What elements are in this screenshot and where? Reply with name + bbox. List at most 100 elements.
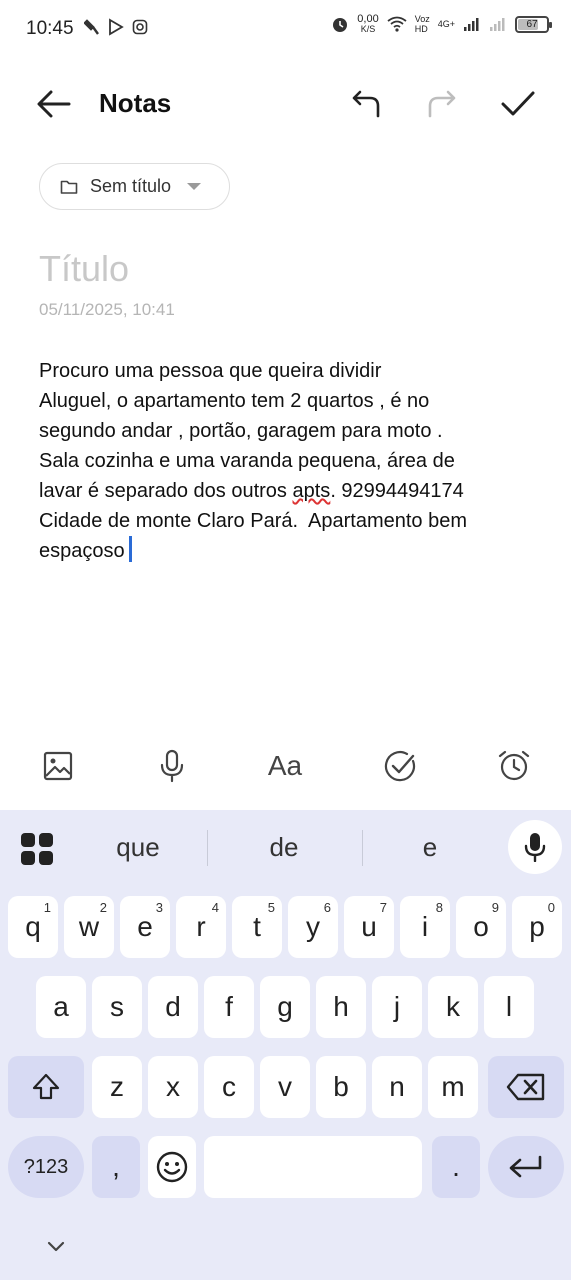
suggestion-1[interactable]: que <box>78 832 198 863</box>
keyboard-menu-button[interactable] <box>20 832 54 866</box>
volte-indicator: Voz HD <box>415 14 430 34</box>
emoji-icon <box>156 1151 188 1183</box>
suggestion-3[interactable]: e <box>370 832 490 863</box>
key-x[interactable]: x <box>148 1056 198 1118</box>
misspelled-word[interactable]: apts <box>293 480 331 502</box>
space-key[interactable] <box>204 1136 422 1198</box>
text-cursor <box>128 536 132 562</box>
key-a[interactable]: a <box>36 976 86 1038</box>
key-j[interactable]: j <box>372 976 422 1038</box>
image-icon <box>43 751 73 781</box>
undo-button[interactable] <box>346 84 386 124</box>
signal-weak-icon <box>490 18 505 31</box>
backspace-icon <box>506 1073 545 1101</box>
key-c[interactable]: c <box>204 1056 254 1118</box>
key-hint: 6 <box>323 900 331 915</box>
key-b[interactable]: b <box>316 1056 366 1118</box>
key-l[interactable]: l <box>484 976 534 1038</box>
key-label: o <box>473 911 489 942</box>
key-label: e <box>137 911 153 942</box>
checklist-icon <box>384 751 416 782</box>
shift-icon <box>32 1073 60 1100</box>
checklist-button[interactable] <box>380 746 420 786</box>
divider <box>362 830 363 866</box>
emoji-key[interactable] <box>148 1136 196 1198</box>
note-title-field[interactable]: Título <box>39 248 129 290</box>
keyboard-voice-button[interactable] <box>508 820 562 874</box>
key-hint: 4 <box>211 900 219 915</box>
key-hint: 3 <box>155 900 163 915</box>
microphone-icon <box>524 833 546 862</box>
hd-label: HD <box>414 24 428 34</box>
speed-value: 0,00 <box>357 13 379 25</box>
apps-grid-icon <box>39 833 53 847</box>
network-speed: 0,00 K/S <box>357 13 379 35</box>
note-body-field[interactable]: Procuro uma pessoa que queira dividir Al… <box>39 356 539 566</box>
app-bar: Notas <box>0 72 571 134</box>
key-p[interactable]: p0 <box>512 896 562 958</box>
key-q[interactable]: q1 <box>8 896 58 958</box>
voz-label: Voz <box>414 14 430 24</box>
key-f[interactable]: f <box>204 976 254 1038</box>
status-bar: 10:45 0,00 K/S Voz HD 4G+ 67 <box>0 0 571 58</box>
key-w[interactable]: w2 <box>64 896 114 958</box>
wifi-icon <box>387 16 407 32</box>
enter-icon <box>509 1155 542 1178</box>
comma-key[interactable]: , <box>92 1136 140 1198</box>
signal-icon <box>464 18 479 31</box>
key-label: u <box>361 911 377 942</box>
redo-button[interactable] <box>422 84 462 124</box>
key-y[interactable]: y6 <box>288 896 338 958</box>
shift-key[interactable] <box>8 1056 84 1118</box>
key-v[interactable]: v <box>260 1056 310 1118</box>
alarm-icon <box>498 750 530 781</box>
key-n[interactable]: n <box>372 1056 422 1118</box>
folder-icon <box>60 180 78 194</box>
key-s[interactable]: s <box>92 976 142 1038</box>
network-type: 4G+ <box>437 19 455 29</box>
key-d[interactable]: d <box>148 976 198 1038</box>
battery-level: 67 <box>526 18 538 30</box>
voice-input-button[interactable] <box>152 746 192 786</box>
back-button[interactable] <box>34 84 74 124</box>
editor-toolbar: Aa <box>0 738 571 794</box>
key-e[interactable]: e3 <box>120 896 170 958</box>
undo-icon <box>352 90 380 118</box>
play-store-icon <box>109 18 124 36</box>
key-u[interactable]: u7 <box>344 896 394 958</box>
key-hint: 9 <box>491 900 499 915</box>
key-r[interactable]: r4 <box>176 896 226 958</box>
folder-selector[interactable]: Sem título <box>39 163 230 210</box>
key-t[interactable]: t5 <box>232 896 282 958</box>
speed-unit: K/S <box>360 24 376 34</box>
redo-icon <box>428 90 456 118</box>
enter-key[interactable] <box>488 1136 564 1198</box>
key-label: t <box>253 911 261 942</box>
hide-keyboard-button[interactable] <box>44 1234 68 1258</box>
key-z[interactable]: z <box>92 1056 142 1118</box>
key-m[interactable]: m <box>428 1056 478 1118</box>
apps-grid-icon <box>39 851 53 865</box>
apps-grid-icon <box>21 851 35 865</box>
save-button[interactable] <box>498 84 538 124</box>
key-hint: 5 <box>267 900 275 915</box>
key-i[interactable]: i8 <box>400 896 450 958</box>
insert-image-button[interactable] <box>38 746 78 786</box>
key-h[interactable]: h <box>316 976 366 1038</box>
symbols-key[interactable]: ?123 <box>8 1136 84 1198</box>
key-label: r <box>196 911 206 942</box>
key-hint: 2 <box>99 900 107 915</box>
key-o[interactable]: o9 <box>456 896 506 958</box>
key-k[interactable]: k <box>428 976 478 1038</box>
period-key[interactable]: . <box>432 1136 480 1198</box>
battery-indicator: 67 <box>515 15 552 33</box>
note-date: 05/11/2025, 10:41 <box>39 300 175 319</box>
reminder-button[interactable] <box>494 746 534 786</box>
text-format-button[interactable]: Aa <box>265 746 305 786</box>
backspace-key[interactable] <box>488 1056 564 1118</box>
key-hint: 7 <box>379 900 387 915</box>
chevron-down-icon <box>47 1241 65 1252</box>
key-g[interactable]: g <box>260 976 310 1038</box>
suggestion-2[interactable]: de <box>224 832 344 863</box>
text-format-icon: Aa <box>267 750 303 781</box>
